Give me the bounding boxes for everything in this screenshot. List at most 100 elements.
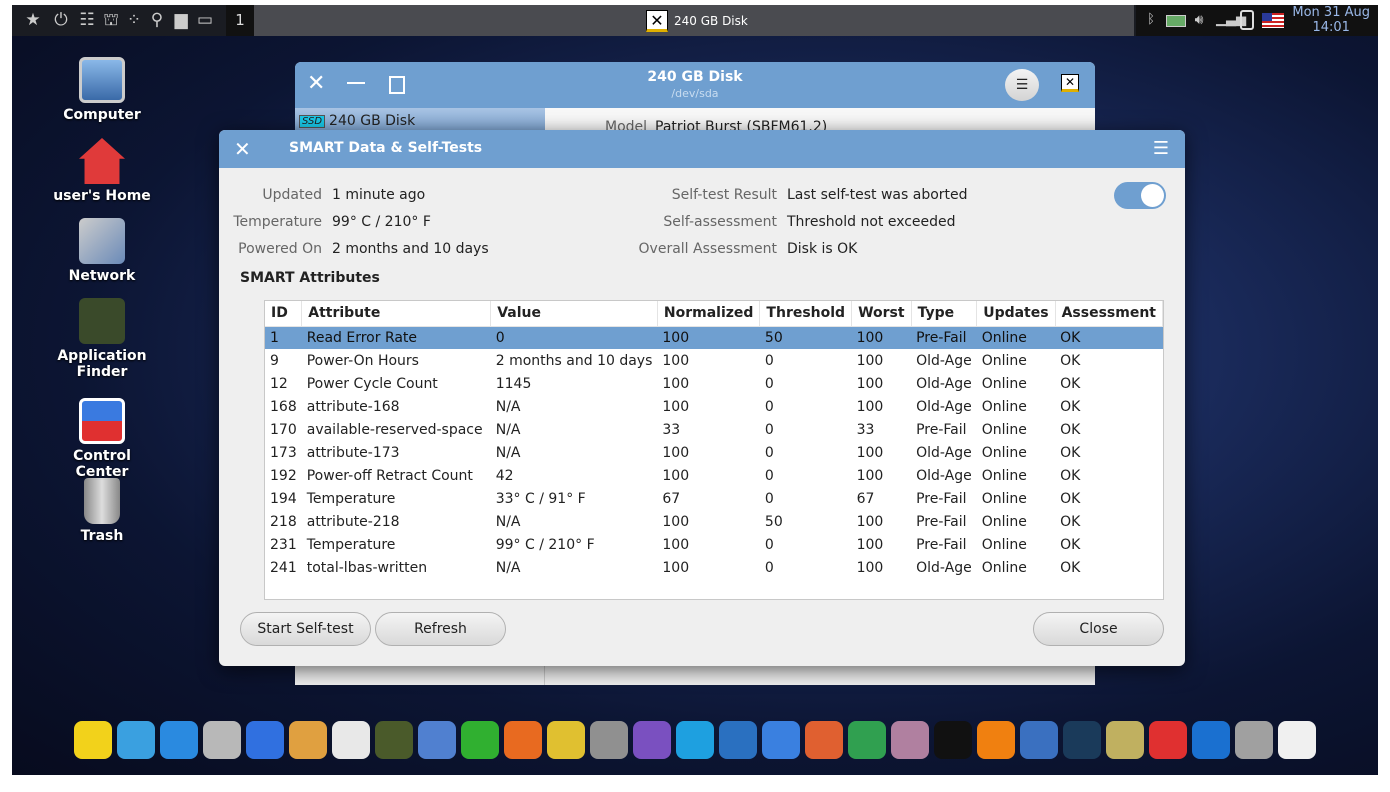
ssd-icon: SSD <box>299 114 326 128</box>
dock-color-palette-icon[interactable] <box>289 721 327 759</box>
dock-anydesk-icon[interactable] <box>1149 721 1187 759</box>
task-240gb-disk[interactable]: ✕ 240 GB Disk <box>646 9 748 33</box>
us-flag-icon[interactable] <box>1262 13 1284 28</box>
menu-button[interactable]: ☰ <box>1005 69 1039 101</box>
table-row[interactable]: 9 Power-On Hours 2 months and 10 days 100 0 1… <box>265 349 1163 372</box>
toggle-knob <box>1141 184 1164 207</box>
battery-icon[interactable] <box>1166 15 1186 27</box>
toggle-settings-icon[interactable]: ☷ <box>78 11 96 29</box>
desktop-icon-trash[interactable]: Trash <box>52 478 152 544</box>
self-test-result-label: Self-test Result <box>671 187 777 203</box>
clock[interactable]: Mon 31 Aug 14:01 <box>1292 5 1370 35</box>
dock-favorites-icon[interactable] <box>74 721 112 759</box>
cell-threshold: 50 <box>759 326 852 349</box>
table-row[interactable]: 231 Temperature 99° C / 210° F 100 0 100 Pre-F… <box>265 533 1163 556</box>
smart-enable-toggle[interactable] <box>1114 182 1166 209</box>
table-row[interactable]: 192 Power-off Retract Count 42 100 0 100 Old-A… <box>265 464 1163 487</box>
clipboard-icon[interactable] <box>1240 10 1254 30</box>
cell-worst: 100 <box>856 398 884 415</box>
dock-amazon-icon[interactable] <box>934 721 972 759</box>
dock-pro-icon[interactable] <box>590 721 628 759</box>
cell-worst: 67 <box>856 490 875 507</box>
dock-binoculars-icon[interactable] <box>375 721 413 759</box>
cell-assessment: OK <box>1060 490 1081 507</box>
start-self-test-button[interactable]: Start Self-test <box>240 612 371 646</box>
dock-desktop-icon[interactable] <box>160 721 198 759</box>
column-header-normalized[interactable]: Normalized <box>657 301 761 327</box>
dock-system-tools-icon[interactable] <box>1278 721 1316 759</box>
cell-type: Old-Age <box>916 398 972 415</box>
table-row[interactable]: 194 Temperature 33° C / 91° F 67 0 67 Pre-Fail… <box>265 487 1163 510</box>
column-header-updates[interactable]: Updates <box>976 301 1056 327</box>
cell-attribute: Read Error Rate <box>301 326 491 349</box>
dock-presentation-icon[interactable] <box>805 721 843 759</box>
cell-attribute: attribute-173 <box>306 444 400 461</box>
binoculars-icon[interactable]: ⛫ <box>102 11 120 29</box>
column-header-id[interactable]: ID <box>265 301 303 327</box>
dock-qbittorrent-icon[interactable] <box>1020 721 1058 759</box>
signal-icon[interactable]: ▁▃▅ <box>1216 11 1246 29</box>
table-row[interactable]: 12 Power Cycle Count 1145 100 0 100 Old-Age Onl… <box>265 372 1163 395</box>
computer-icon <box>79 57 125 103</box>
dock-mail-icon[interactable] <box>719 721 757 759</box>
column-header-value[interactable]: Value <box>490 301 658 327</box>
dock-trash-icon[interactable] <box>1235 721 1273 759</box>
icon-label: Application Finder <box>57 348 147 380</box>
dock-skype-icon[interactable] <box>676 721 714 759</box>
dock-app-store-icon[interactable] <box>332 721 370 759</box>
desktop-icon-application-finder[interactable]: Application Finder <box>52 298 152 380</box>
workspace-switcher[interactable]: 1 <box>226 5 254 36</box>
table-row[interactable]: 168 attribute-168 N/A 100 0 100 Old-Age Online O… <box>265 395 1163 418</box>
dock-spreadsheet-icon[interactable] <box>848 721 886 759</box>
dock-chrome-icon[interactable] <box>547 721 585 759</box>
table-row[interactable]: 241 total-lbas-written N/A 100 0 100 Old-Age On… <box>265 556 1163 579</box>
dock-writer-icon[interactable] <box>762 721 800 759</box>
bluetooth-icon[interactable]: ᛒ <box>1142 11 1160 29</box>
column-header-attribute[interactable]: Attribute <box>301 301 492 327</box>
dock-steam-icon[interactable] <box>1063 721 1101 759</box>
dock-file-cabinet-icon[interactable] <box>203 721 241 759</box>
table-row[interactable]: 170 available-reserved-space N/A 33 0 33 Pre-F… <box>265 418 1163 441</box>
cell-updates: Online <box>981 444 1027 461</box>
folder-icon[interactable]: ▆ <box>172 11 190 29</box>
dock-backup-icon[interactable] <box>1106 721 1144 759</box>
cell-attribute: Temperature <box>306 490 396 507</box>
cell-attribute: attribute-168 <box>306 398 400 415</box>
desktop-icon-control-center[interactable]: Control Center <box>52 398 152 480</box>
cell-updates: Online <box>981 490 1027 507</box>
show-desktop-icon[interactable]: ▭ <box>196 11 214 29</box>
volume-icon[interactable]: 🔊︎ <box>1190 11 1208 29</box>
table-row[interactable]: 173 attribute-173 N/A 100 0 100 Old-Age Online O… <box>265 441 1163 464</box>
power-icon[interactable]: ⏻ <box>52 11 70 29</box>
close-icon[interactable]: ✕ <box>234 137 251 161</box>
dock-control-center-icon[interactable] <box>246 721 284 759</box>
column-header-type[interactable]: Type <box>911 301 978 327</box>
column-header-worst[interactable]: Worst <box>851 301 912 327</box>
star-icon[interactable]: ★ <box>24 11 42 29</box>
column-header-threshold[interactable]: Threshold <box>759 301 853 327</box>
refresh-button[interactable]: Refresh <box>375 612 506 646</box>
dock-viber-icon[interactable] <box>633 721 671 759</box>
dock-teamviewer-icon[interactable] <box>1192 721 1230 759</box>
table-row[interactable]: 1 Read Error Rate 0 100 50 100 Pre-Fail Online O… <box>265 326 1163 349</box>
cell-value: N/A <box>495 513 521 530</box>
column-header-assessment[interactable]: Assessment <box>1055 301 1164 327</box>
apps-grid-icon[interactable]: ⁘ <box>125 11 143 29</box>
dock-webcam-icon[interactable] <box>891 721 929 759</box>
hamburger-menu-icon[interactable]: ☰ <box>1153 138 1169 159</box>
dock-rocket-icon[interactable] <box>418 721 456 759</box>
dock-apps-icon[interactable] <box>117 721 155 759</box>
table-row[interactable]: 218 attribute-218 N/A 100 50 100 Pre-Fail Onlin… <box>265 510 1163 533</box>
cell-worst: 100 <box>856 513 884 530</box>
desktop-icon-computer[interactable]: Computer <box>52 57 152 123</box>
cell-normalized: 100 <box>662 513 690 530</box>
close-button[interactable]: Close <box>1033 612 1164 646</box>
desktop-icon-network[interactable]: Network <box>52 218 152 284</box>
cell-normalized: 100 <box>662 444 690 461</box>
dock-pipe-icon[interactable] <box>461 721 499 759</box>
desktop-icon-home[interactable]: user's Home <box>52 138 152 204</box>
temperature-value: 99° C / 210° F <box>332 214 431 230</box>
dock-firefox-icon[interactable] <box>504 721 542 759</box>
dock-vlc-icon[interactable] <box>977 721 1015 759</box>
search-icon[interactable]: ⚲ <box>148 11 166 29</box>
